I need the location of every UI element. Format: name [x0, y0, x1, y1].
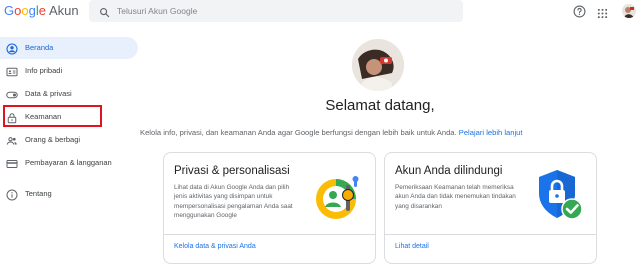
- account-protected-card[interactable]: Akun Anda dilindungi Pemeriksaan Keamana…: [384, 152, 597, 264]
- sidebar-item-label: Info pribadi: [25, 66, 63, 75]
- logo-letter-g: G: [4, 3, 15, 18]
- shield-check-illustration: [535, 167, 587, 228]
- sidebar-item-label: Beranda: [25, 43, 54, 52]
- card-description: Lihat data di Akun Google Anda dan pilih…: [174, 184, 293, 220]
- sidebar-item-beranda[interactable]: Beranda: [0, 37, 138, 59]
- top-app-bar: Google Akun: [0, 0, 640, 26]
- info-icon: [6, 188, 18, 201]
- sidebar-item-pembayaran[interactable]: Pembayaran & langganan: [0, 152, 138, 174]
- search-input[interactable]: [117, 3, 447, 19]
- search-icon[interactable]: [99, 5, 110, 23]
- logo-letter-e: e: [38, 3, 46, 18]
- profile-picture[interactable]: [352, 39, 404, 91]
- google-account-logo[interactable]: Google Akun: [4, 2, 79, 20]
- help-circle-icon[interactable]: [573, 5, 586, 23]
- card-divider: [164, 234, 375, 235]
- logo-letter-g2: g: [28, 3, 36, 18]
- credit-card-icon: [6, 157, 18, 169]
- view-details-link[interactable]: Lihat detail: [395, 242, 429, 252]
- learn-more-link[interactable]: Pelajari lebih lanjut: [459, 128, 523, 137]
- welcome-subtitle: Kelola info, privasi, dan keamanan Anda …: [140, 127, 620, 139]
- account-avatar[interactable]: [622, 4, 636, 18]
- card-title: Privasi & personalisasi: [174, 165, 290, 177]
- sidebar-item-info-pribadi[interactable]: Info pribadi: [0, 60, 138, 82]
- keamanan-highlight-box: [3, 105, 102, 127]
- card-description: Pemeriksaan Keamanan telah memeriksa aku…: [395, 184, 516, 210]
- id-card-icon: [6, 65, 18, 77]
- privacy-personalization-card[interactable]: Privasi & personalisasi Lihat data di Ak…: [163, 152, 376, 264]
- sidebar-item-label: Tentang: [25, 189, 52, 198]
- product-name: Akun: [48, 3, 79, 18]
- people-icon: [6, 134, 18, 146]
- sidebar-item-label: Data & privasi: [25, 89, 72, 98]
- sidebar-item-data-privasi[interactable]: Data & privasi: [0, 83, 138, 105]
- apps-grid-icon[interactable]: [597, 6, 608, 24]
- sidebar-item-label: Pembayaran & langganan: [25, 158, 112, 167]
- card-divider: [385, 234, 596, 235]
- privacy-personalization-illustration: [312, 171, 370, 228]
- card-title: Akun Anda dilindungi: [395, 165, 503, 177]
- subtitle-text: Kelola info, privasi, dan keamanan Anda …: [140, 128, 457, 137]
- account-circle-icon: [6, 42, 18, 55]
- search-bar[interactable]: [89, 0, 463, 22]
- sidebar-item-orang-berbagi[interactable]: Orang & berbagi: [0, 129, 138, 151]
- welcome-heading: Selamat datang,: [325, 97, 435, 114]
- sidebar-item-tentang[interactable]: Tentang: [0, 183, 138, 205]
- toggle-icon: [6, 88, 18, 100]
- manage-data-privacy-link[interactable]: Kelola data & privasi Anda: [174, 242, 256, 252]
- sidebar-item-label: Orang & berbagi: [25, 135, 81, 144]
- logo-letter-o2: o: [21, 3, 29, 18]
